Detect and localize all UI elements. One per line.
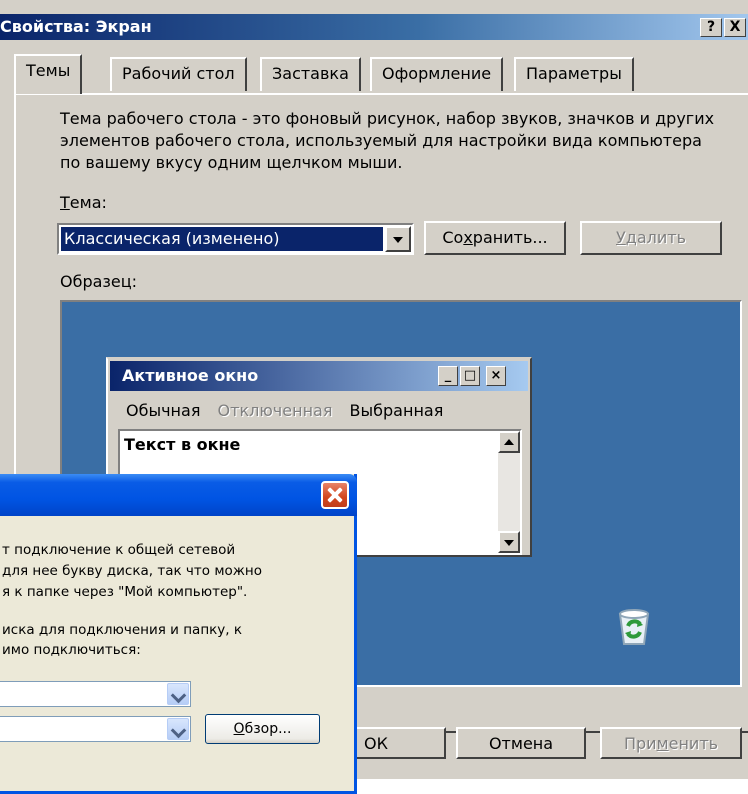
tab-screensaver[interactable]: Заставка: [260, 57, 361, 91]
map-drive-text-line1: т подключение к общей сетевой: [2, 542, 236, 558]
recycle-bin-icon: [612, 604, 656, 648]
ok-button[interactable]: ОК: [354, 727, 446, 759]
preview-title-bar: Активное окно _ □ ×: [110, 361, 528, 391]
help-button[interactable]: ?: [700, 18, 722, 37]
save-theme-button[interactable]: Сохранить...: [424, 221, 566, 255]
cancel-button[interactable]: Отмена: [456, 727, 586, 759]
close-button[interactable]: X: [724, 18, 746, 37]
theme-select[interactable]: Классическая (изменено): [57, 223, 414, 255]
browse-button[interactable]: Обзор...: [205, 714, 320, 744]
tab-desktop[interactable]: Рабочий стол: [110, 57, 247, 91]
drive-letter-select[interactable]: [0, 681, 191, 707]
chevron-down-icon[interactable]: [167, 718, 189, 740]
themes-description: Тема рабочего стола - это фоновый рисуно…: [60, 109, 715, 172]
scroll-down-icon: [498, 531, 520, 553]
chevron-down-icon[interactable]: [167, 683, 189, 705]
map-drive-text-line5: имо подключиться:: [2, 642, 141, 658]
dialog-title: Свойства: Экран: [0, 17, 152, 36]
map-drive-text-line4: иска для подключения и папку, к: [2, 622, 243, 638]
preview-scrollbar: [498, 431, 520, 553]
tab-appearance[interactable]: Оформление: [370, 57, 504, 91]
preview-menu-normal: Обычная: [126, 401, 201, 420]
map-network-drive-window: т подключение к общей сетевой для нее бу…: [0, 474, 357, 794]
map-drive-title-bar[interactable]: [0, 474, 357, 516]
map-drive-text-line2: для нее букву диска, так что можно: [2, 563, 263, 579]
theme-select-value: Классическая (изменено): [61, 227, 383, 251]
close-icon: ×: [486, 366, 506, 386]
maximize-icon: □: [460, 366, 480, 386]
scroll-up-icon: [498, 431, 520, 453]
tab-settings[interactable]: Параметры: [514, 57, 634, 91]
preview-window-text: Текст в окне: [124, 435, 241, 454]
close-icon[interactable]: [321, 481, 349, 509]
preview-menu: Обычная Отключенная Выбранная: [126, 401, 455, 420]
tab-themes[interactable]: Темы: [14, 54, 83, 94]
folder-path-select[interactable]: [0, 716, 191, 742]
preview-window-title: Активное окно: [122, 366, 259, 385]
sample-label: Образец:: [60, 272, 138, 291]
apply-button[interactable]: Применить: [600, 727, 742, 759]
theme-label: Тема:: [60, 193, 107, 212]
minimize-icon: _: [438, 366, 458, 386]
preview-menu-selected: Выбранная: [349, 401, 444, 420]
title-bar[interactable]: Свойства: Экран ? X: [0, 14, 748, 40]
chevron-down-icon[interactable]: [385, 226, 411, 252]
preview-menu-disabled: Отключенная: [217, 401, 333, 420]
map-drive-text-line3: я к папке через "Мой компьютер".: [2, 584, 248, 600]
delete-theme-button[interactable]: Удалить: [580, 221, 722, 255]
